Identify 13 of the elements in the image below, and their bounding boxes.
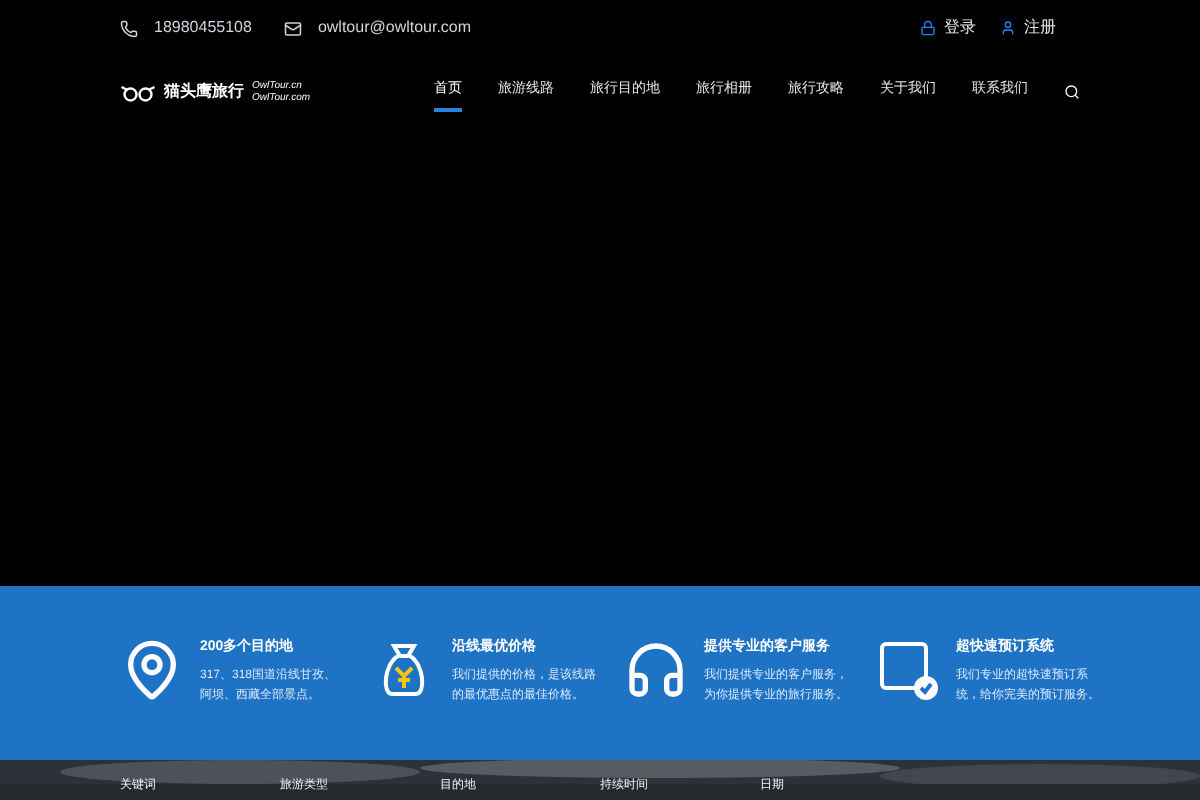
mail-icon — [283, 19, 302, 37]
logo-name: 猫头鹰旅行 — [164, 80, 244, 104]
lock-icon — [920, 20, 936, 36]
email-address: owltour@owltour.com — [317, 16, 472, 40]
login-link[interactable]: 登录 — [920, 16, 976, 40]
phone-number: 18980455108 — [154, 16, 252, 40]
phone-icon — [120, 19, 138, 37]
headset-icon — [624, 638, 688, 702]
user-icon — [1000, 20, 1016, 36]
register-link[interactable]: 注册 — [1000, 16, 1056, 40]
booking-check-icon — [876, 638, 940, 702]
search-icon[interactable] — [1064, 84, 1080, 100]
owl-logo-icon — [120, 83, 156, 101]
